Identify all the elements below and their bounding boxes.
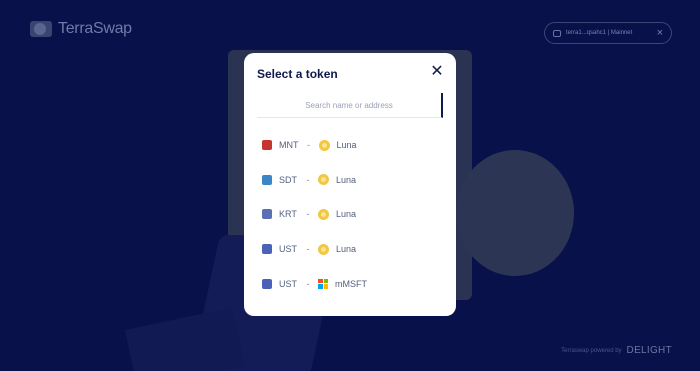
pair-symbol: Luna [336, 244, 357, 255]
wallet-icon [553, 29, 561, 37]
luna-icon [318, 208, 329, 220]
ust-icon [262, 278, 272, 289]
token-list: MNT - Luna SDT - Luna KRT - Luna UST - Luna UST - mMSF… [262, 128, 442, 301]
mnt-icon [262, 140, 272, 151]
close-icon[interactable]: ✕ [430, 64, 444, 80]
token-pair-row[interactable]: KRT - Luna [262, 197, 442, 232]
pair-symbol: Luna [336, 140, 357, 151]
sdt-icon [262, 174, 272, 185]
disconnect-icon[interactable]: × [657, 27, 663, 39]
token-symbol: MNT [279, 140, 299, 151]
wallet-address: terra1...qsahc1 | Mainnet [566, 30, 633, 36]
powered-by-text: Terraswap powered by [561, 347, 622, 354]
select-token-modal: Select a token ✕ MNT-LunaSDT-LunaKRT-Lun… [244, 53, 456, 316]
krt-icon [262, 209, 272, 220]
luna-icon [318, 139, 330, 151]
pair-separator: - [307, 140, 310, 151]
token-symbol: UST [279, 278, 297, 289]
token-pair-row[interactable]: UST - Luna [262, 232, 442, 267]
pair-symbol: Luna [336, 209, 357, 220]
pair-symbol: Luna [336, 174, 357, 185]
delight-logo: DELIGHT [626, 345, 672, 356]
terraswap-logo[interactable]: TerraSwap [30, 21, 132, 37]
token-pair-row[interactable]: MNT - Luna [262, 128, 442, 163]
token-symbol: SDT [279, 174, 297, 185]
msft-icon [318, 278, 328, 289]
footer: Terraswap powered by DELIGHT [561, 345, 672, 356]
token-pair-row[interactable]: SDT - Luna [262, 163, 442, 198]
background-circle [456, 150, 574, 276]
luna-icon [318, 174, 329, 186]
pair-separator: - [306, 209, 310, 220]
pair-symbol: mMSFT [335, 278, 367, 289]
logo-text: TerraSwap [58, 20, 132, 37]
terraswap-logo-icon [30, 21, 52, 37]
pair-separator: - [306, 244, 310, 255]
token-symbol: KRT [279, 209, 297, 220]
token-symbol: UST [279, 244, 297, 255]
ust-icon [262, 244, 272, 255]
search-input[interactable] [257, 93, 443, 118]
luna-icon [318, 243, 329, 255]
pair-separator: - [306, 278, 310, 289]
wallet-button[interactable]: terra1...qsahc1 | Mainnet × [544, 22, 672, 44]
pair-separator: - [306, 174, 310, 185]
background-shape-small [124, 307, 246, 371]
token-pair-row[interactable]: UST - mMSFT [262, 266, 442, 301]
modal-title: Select a token [257, 67, 338, 81]
